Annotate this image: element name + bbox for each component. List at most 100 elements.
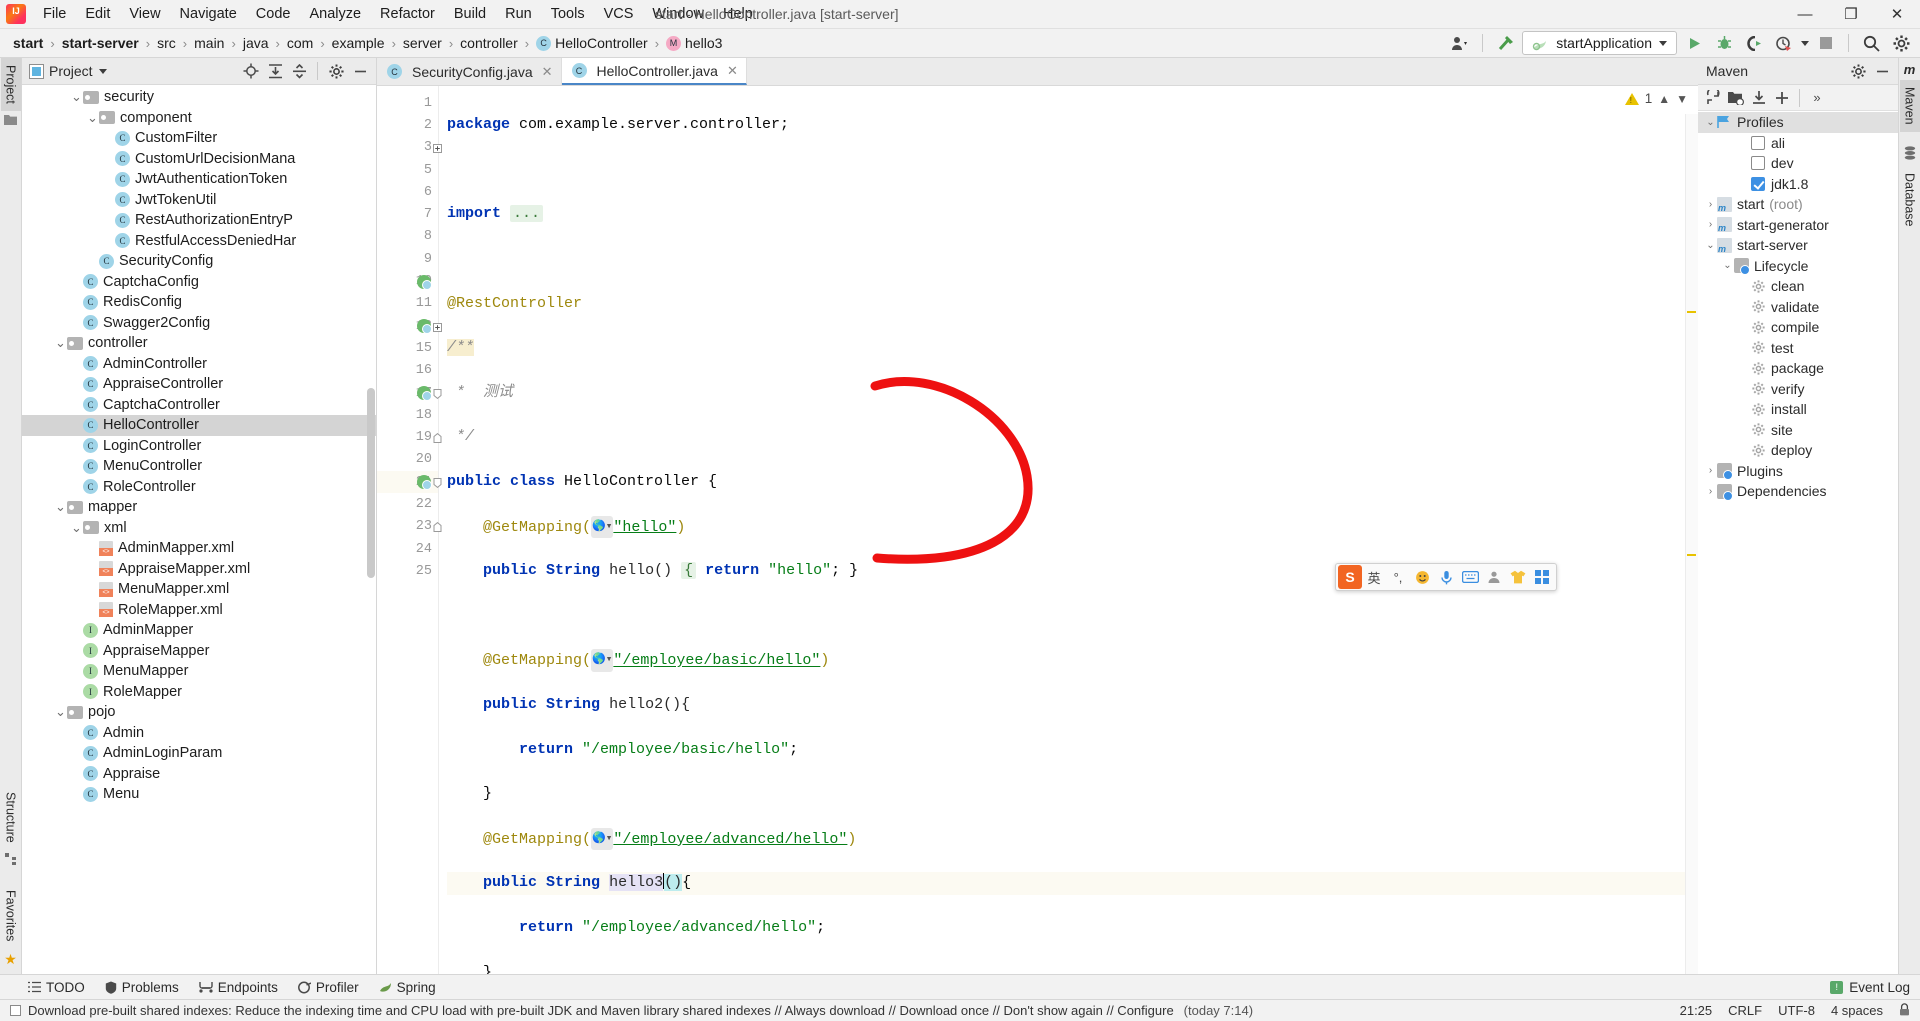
- add-icon[interactable]: [1771, 87, 1793, 108]
- project-tree-item[interactable]: C SecurityConfig: [22, 251, 376, 272]
- maven-tree-item[interactable]: › Dependencies: [1698, 481, 1898, 502]
- globe-icon[interactable]: 🌎▾: [591, 827, 614, 851]
- line-separator[interactable]: CRLF: [1728, 1003, 1762, 1018]
- gutter-line[interactable]: 25: [377, 560, 438, 582]
- project-tree-item[interactable]: C JwtTokenUtil: [22, 190, 376, 211]
- gutter-line[interactable]: 12: [377, 315, 442, 337]
- project-tree-item[interactable]: C CaptchaConfig: [22, 272, 376, 293]
- gutter-line[interactable]: 16: [377, 360, 438, 382]
- inspection-widget[interactable]: 1 ▲ ▼: [1624, 91, 1688, 106]
- settings-gear-icon[interactable]: [325, 61, 347, 82]
- project-tree-item[interactable]: C Swagger2Config: [22, 313, 376, 334]
- project-panel-title-group[interactable]: Project: [29, 63, 107, 79]
- ime-mic-icon[interactable]: [1434, 565, 1458, 589]
- maven-tree[interactable]: ⌄ Profiles ali dev jdk1.8 › start(root) › start-…: [1698, 111, 1898, 974]
- ime-keyboard-icon[interactable]: [1458, 565, 1482, 589]
- maven-tree-item[interactable]: dev: [1698, 153, 1898, 174]
- spring-bean-gutter-icon[interactable]: [417, 475, 432, 491]
- breadcrumb-item-start[interactable]: start: [10, 34, 46, 52]
- menu-item-analyze[interactable]: Analyze: [300, 2, 370, 26]
- close-icon[interactable]: ✕: [727, 63, 738, 79]
- folded-imports[interactable]: ...: [510, 205, 544, 223]
- rail-tab-structure[interactable]: Structure: [1, 785, 21, 850]
- profiler-button[interactable]: [1771, 31, 1797, 55]
- gutter-line[interactable]: 6: [377, 181, 438, 203]
- spring-bean-gutter-icon[interactable]: [417, 319, 432, 335]
- project-tree-item[interactable]: ⌄ controller: [22, 333, 376, 354]
- breadcrumb-item-controller[interactable]: controller: [457, 34, 521, 52]
- gutter-line[interactable]: 21: [377, 471, 442, 494]
- hide-panel-icon[interactable]: [1871, 61, 1893, 82]
- hammer-icon[interactable]: [1492, 31, 1518, 55]
- project-tree-item[interactable]: C RestfulAccessDeniedHar: [22, 231, 376, 252]
- project-tree-item[interactable]: ⌄ security: [22, 87, 376, 108]
- project-tree-item[interactable]: C CustomUrlDecisionMana: [22, 149, 376, 170]
- project-tree-item[interactable]: C RoleController: [22, 477, 376, 498]
- rail-tab-project[interactable]: Project: [0, 58, 21, 111]
- chevron-down-icon[interactable]: ⌄: [54, 335, 67, 351]
- folded-body-1[interactable]: {: [681, 562, 697, 580]
- bottom-tool-spring[interactable]: Spring: [379, 980, 436, 995]
- gutter-line[interactable]: 18: [377, 404, 438, 426]
- project-tree-scrollbar[interactable]: [367, 388, 375, 578]
- settings-gear-icon[interactable]: [1888, 31, 1914, 55]
- file-encoding[interactable]: UTF-8: [1778, 1003, 1815, 1018]
- editor-tab[interactable]: C SecurityConfig.java ✕: [377, 58, 562, 85]
- menu-item-run[interactable]: Run: [496, 2, 541, 26]
- project-tree-item[interactable]: C RestAuthorizationEntryP: [22, 210, 376, 231]
- mapping-path-1[interactable]: "hello": [613, 519, 676, 536]
- lock-icon[interactable]: [1899, 1002, 1910, 1019]
- globe-icon[interactable]: 🌎▾: [591, 649, 614, 672]
- sogou-logo-icon[interactable]: S: [1338, 565, 1362, 589]
- minimize-button[interactable]: —: [1782, 0, 1828, 28]
- maven-tree-item[interactable]: test: [1698, 338, 1898, 359]
- project-tree-item[interactable]: ⌄ xml: [22, 518, 376, 539]
- project-tree-item[interactable]: AppraiseMapper.xml: [22, 559, 376, 580]
- menu-item-code[interactable]: Code: [247, 2, 300, 26]
- more-icon[interactable]: »: [1806, 87, 1828, 108]
- chevron-right-icon[interactable]: ›: [1704, 199, 1717, 210]
- ime-emoji-icon[interactable]: [1410, 565, 1434, 589]
- chevron-down-icon[interactable]: ⌄: [1704, 240, 1717, 251]
- ime-grid-icon[interactable]: [1530, 565, 1554, 589]
- gutter-line[interactable]: 20: [377, 449, 438, 471]
- maven-tree-item[interactable]: ali: [1698, 133, 1898, 154]
- profile-checkbox[interactable]: [1751, 176, 1765, 191]
- breadcrumb-item-main[interactable]: main: [191, 34, 227, 52]
- bottom-tool-endpoints[interactable]: Endpoints: [199, 980, 278, 995]
- chevron-down-icon[interactable]: ⌄: [54, 704, 67, 720]
- gutter-line[interactable]: 15: [377, 337, 438, 359]
- editor-tab[interactable]: C HelloController.java ✕: [561, 58, 747, 85]
- gutter-line[interactable]: 17: [377, 382, 442, 404]
- method-name-hello3[interactable]: hello3: [609, 874, 664, 892]
- editor-gutter[interactable]: 123567891011121516171819202122232425: [377, 86, 442, 974]
- ime-lang-toggle[interactable]: 英: [1362, 565, 1386, 589]
- profile-checkbox[interactable]: [1751, 156, 1765, 171]
- maven-tree-item[interactable]: deploy: [1698, 440, 1898, 461]
- close-icon[interactable]: ✕: [542, 64, 553, 80]
- rail-tab-database[interactable]: Database: [1900, 166, 1920, 234]
- locate-icon[interactable]: [240, 61, 262, 82]
- maven-tree-item[interactable]: ⌄ Lifecycle: [1698, 256, 1898, 277]
- add-folder-icon[interactable]: [1725, 87, 1747, 108]
- chevron-down-icon[interactable]: [98, 68, 107, 74]
- menu-item-navigate[interactable]: Navigate: [171, 2, 246, 26]
- breadcrumb-item-start-server[interactable]: start-server: [59, 34, 142, 52]
- settings-gear-icon[interactable]: [1847, 61, 1869, 82]
- gutter-line[interactable]: 19: [377, 426, 442, 448]
- chevron-right-icon[interactable]: ›: [1704, 486, 1717, 497]
- breadcrumb-item-java[interactable]: java: [240, 34, 272, 52]
- chevron-down-icon[interactable]: ⌄: [1704, 117, 1717, 128]
- breadcrumb-item-hellocontroller[interactable]: C HelloController: [533, 34, 651, 52]
- maven-tree-item[interactable]: clean: [1698, 276, 1898, 297]
- project-tree-item[interactable]: I MenuMapper: [22, 661, 376, 682]
- chevron-right-icon[interactable]: ›: [1704, 219, 1717, 230]
- account-icon[interactable]: [1447, 31, 1473, 55]
- gutter-line[interactable]: 10: [377, 270, 438, 292]
- gutter-line[interactable]: 1: [377, 92, 438, 114]
- gutter-line[interactable]: 22: [377, 493, 438, 515]
- chevron-down-icon[interactable]: ⌄: [54, 499, 67, 515]
- reload-icon[interactable]: [1702, 87, 1724, 108]
- project-tree-item[interactable]: C AdminLoginParam: [22, 743, 376, 764]
- chevron-down-icon[interactable]: ⌄: [1721, 260, 1734, 271]
